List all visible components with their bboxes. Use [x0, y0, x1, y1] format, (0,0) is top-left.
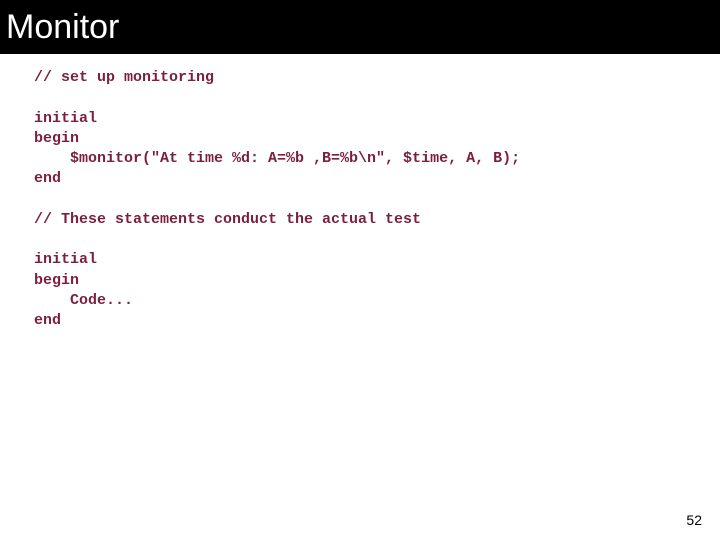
code-block: // set up monitoring initial begin $moni… — [0, 54, 720, 331]
code-line: initial — [34, 110, 97, 127]
code-line: $monitor("At time %d: A=%b ,B=%b\n", $ti… — [34, 150, 520, 167]
code-line: Code... — [34, 292, 133, 309]
code-line: end — [34, 312, 61, 329]
page-number: 52 — [686, 512, 702, 528]
page-title: Monitor — [6, 8, 119, 47]
code-line: begin — [34, 130, 79, 147]
code-line: // set up monitoring — [34, 69, 214, 86]
code-line: begin — [34, 272, 79, 289]
code-line: initial — [34, 251, 97, 268]
title-bar: Monitor — [0, 0, 720, 54]
code-line: end — [34, 170, 61, 187]
code-line: // These statements conduct the actual t… — [34, 211, 421, 228]
